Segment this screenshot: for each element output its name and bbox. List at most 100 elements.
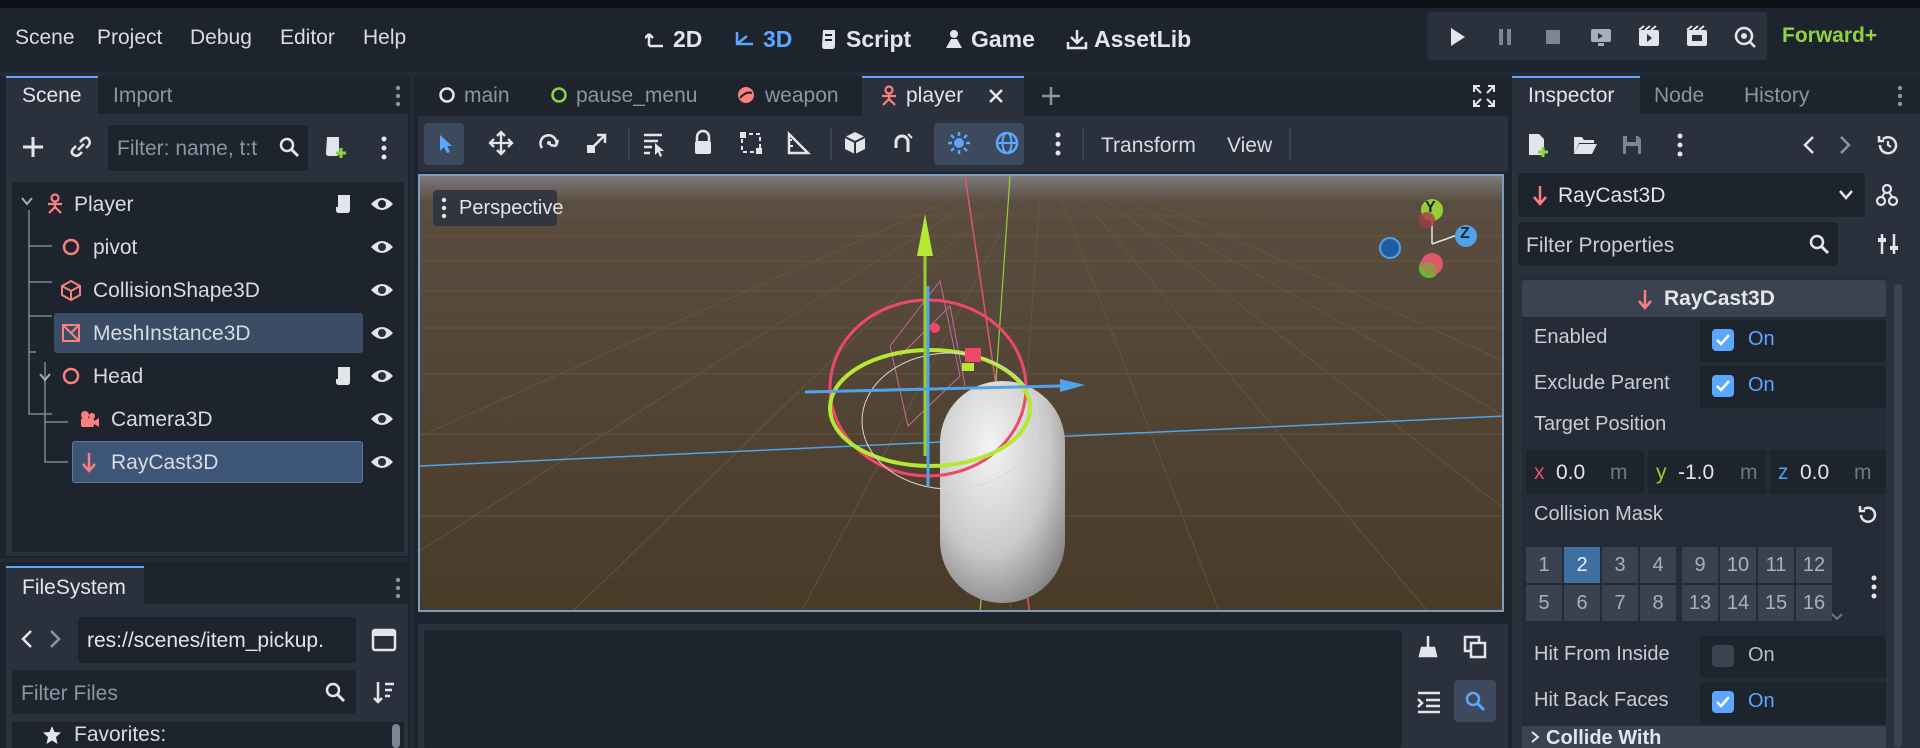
menu-project[interactable]: Project (97, 26, 162, 50)
close-tab-icon[interactable] (987, 87, 1005, 105)
scene-tab-weapon[interactable]: weapon (765, 84, 839, 108)
layer-button[interactable]: 12 (1796, 547, 1832, 583)
tab-filesystem[interactable]: FileSystem (22, 576, 126, 600)
history-back-icon[interactable] (1802, 134, 1816, 156)
instance-scene-icon[interactable] (68, 134, 94, 160)
layer-button[interactable]: 4 (1640, 547, 1676, 583)
collapse-messages-icon[interactable] (1416, 690, 1442, 714)
scene-filter-input[interactable]: Filter: name, t:t (108, 125, 308, 171)
layer-button[interactable]: 13 (1682, 585, 1718, 621)
history-forward-icon[interactable] (1838, 134, 1852, 156)
tree-node-collisionshape3d[interactable]: CollisionShape3D (10, 270, 400, 310)
property-tools-icon[interactable] (1876, 232, 1900, 256)
layer-button[interactable]: 2 (1564, 547, 1600, 583)
tree-node-player[interactable]: Player (10, 184, 400, 224)
forward-icon[interactable] (48, 628, 62, 650)
tree-node-meshinstance3d[interactable]: MeshInstance3D (10, 313, 400, 353)
path-input[interactable]: res://scenes/item_pickup. (78, 617, 356, 663)
group-icon[interactable] (734, 126, 768, 160)
layer-button[interactable]: 7 (1602, 585, 1638, 621)
ruler-icon[interactable] (782, 126, 816, 160)
layer-button[interactable]: 14 (1720, 585, 1756, 621)
target-position-z-field[interactable]: z 0.0 m (1770, 450, 1886, 494)
transform-menu[interactable]: Transform (1101, 134, 1196, 158)
tab-inspector[interactable]: Inspector (1528, 84, 1614, 108)
tab-import[interactable]: Import (113, 84, 173, 108)
dock-menu-icon[interactable] (1896, 84, 1904, 108)
exclude-parent-checkbox[interactable] (1712, 375, 1734, 397)
visibility-eye-icon[interactable] (370, 237, 394, 257)
snap-icon[interactable] (886, 126, 920, 160)
movie-maker-icon[interactable] (1732, 24, 1758, 50)
add-node-icon[interactable] (20, 134, 46, 160)
open-folder-icon[interactable] (1572, 134, 1598, 156)
play-icon[interactable] (1444, 24, 1470, 50)
mode-script-button[interactable]: Script (820, 22, 911, 56)
toolbar-more-icon[interactable] (1054, 131, 1062, 157)
scene-dock-more-icon[interactable] (380, 135, 388, 161)
rotate-mode-icon[interactable] (532, 126, 566, 160)
layers-menu-icon[interactable] (1870, 574, 1878, 600)
preview-environment-icon[interactable] (990, 126, 1024, 160)
renderer-selector[interactable]: Forward+ (1782, 24, 1877, 48)
remote-debug-icon[interactable] (1588, 24, 1614, 50)
expand-layers-icon[interactable] (1830, 612, 1844, 622)
layer-button[interactable]: 11 (1758, 547, 1794, 583)
menu-scene[interactable]: Scene (15, 26, 75, 50)
layer-button[interactable]: 3 (1602, 547, 1638, 583)
new-resource-icon[interactable] (1526, 132, 1550, 158)
file-tree-scrollbar[interactable] (392, 724, 400, 748)
scene-tab-pause-menu[interactable]: pause_menu (576, 84, 697, 108)
select-mode-icon[interactable] (428, 126, 462, 160)
3d-viewport[interactable]: Perspective Y Z (418, 174, 1504, 612)
object-history-icon[interactable] (1876, 133, 1900, 157)
layer-button[interactable]: 16 (1796, 585, 1832, 621)
enabled-checkbox[interactable] (1712, 329, 1734, 351)
copy-output-icon[interactable] (1462, 634, 1488, 660)
layer-button[interactable]: 9 (1682, 547, 1718, 583)
tree-node-raycast3d[interactable]: RayCast3D (10, 442, 400, 482)
dock-menu-icon[interactable] (394, 576, 402, 600)
layer-button[interactable]: 1 (1526, 547, 1562, 583)
target-position-x-field[interactable]: x 0.0 m (1526, 450, 1644, 494)
layer-button[interactable]: 5 (1526, 585, 1562, 621)
clear-output-icon[interactable] (1416, 634, 1440, 660)
search-output-button[interactable] (1454, 680, 1496, 722)
visibility-eye-icon[interactable] (370, 323, 394, 343)
viewport-perspective-menu[interactable]: Perspective (433, 190, 564, 226)
revert-icon[interactable] (1856, 504, 1878, 526)
tab-history[interactable]: History (1744, 84, 1809, 108)
move-mode-icon[interactable] (484, 126, 518, 160)
tab-node[interactable]: Node (1654, 84, 1704, 108)
lock-icon[interactable] (686, 126, 720, 160)
view-gizmo[interactable]: Y Z (1370, 194, 1490, 284)
hit-back-faces-checkbox[interactable] (1712, 691, 1734, 713)
scale-mode-icon[interactable] (580, 126, 614, 160)
visibility-eye-icon[interactable] (370, 280, 394, 300)
visibility-eye-icon[interactable] (370, 366, 394, 386)
layer-button[interactable]: 15 (1758, 585, 1794, 621)
play-scene-icon[interactable] (1636, 24, 1662, 50)
sort-icon[interactable] (372, 680, 396, 704)
back-icon[interactable] (20, 628, 34, 650)
menu-debug[interactable]: Debug (190, 26, 252, 50)
mode-3d-button[interactable]: 3D (733, 22, 792, 56)
tab-scene[interactable]: Scene (22, 84, 82, 108)
menu-help[interactable]: Help (363, 26, 406, 50)
inspector-scrollbar[interactable] (1894, 284, 1902, 748)
layer-button[interactable]: 10 (1720, 547, 1756, 583)
layer-button[interactable]: 8 (1640, 585, 1676, 621)
distraction-free-icon[interactable] (1472, 84, 1496, 108)
local-space-icon[interactable] (838, 126, 872, 160)
node-type-selector[interactable]: RayCast3D (1518, 173, 1865, 217)
view-menu[interactable]: View (1227, 134, 1272, 158)
play-custom-scene-icon[interactable] (1684, 24, 1710, 50)
node-documentation-icon[interactable] (1874, 182, 1900, 208)
hit-from-inside-checkbox[interactable] (1712, 645, 1734, 667)
pause-icon[interactable] (1492, 24, 1518, 50)
mode-2d-button[interactable]: 2D (645, 22, 702, 56)
tree-node-camera3d[interactable]: Camera3D (10, 399, 400, 439)
layer-button[interactable]: 6 (1564, 585, 1600, 621)
stop-icon[interactable] (1540, 24, 1566, 50)
script-icon[interactable] (334, 365, 354, 387)
